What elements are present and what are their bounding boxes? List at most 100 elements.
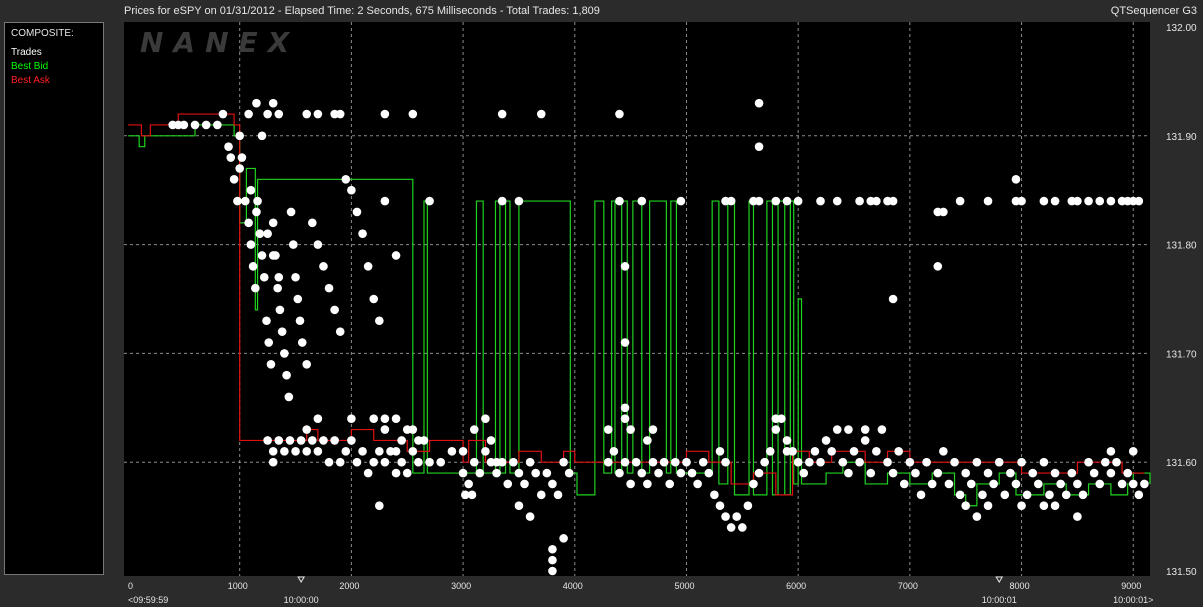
trade-point [955, 196, 965, 206]
trade-point [844, 468, 853, 478]
x-tick-label: 5000 [674, 581, 694, 591]
trade-point [291, 272, 300, 282]
trade-point [1039, 196, 1049, 206]
trade-point [467, 490, 477, 500]
y-tick-label: 131.70 [1166, 349, 1197, 360]
x-tick-label: 4000 [563, 581, 583, 591]
trade-point [268, 251, 278, 260]
trade-point [268, 457, 278, 467]
trade-point [514, 468, 524, 478]
trade-point [380, 457, 390, 467]
trade-point [237, 153, 247, 162]
trade-point [810, 447, 820, 456]
trade-point [732, 512, 742, 521]
trade-point [832, 425, 842, 434]
trade-point [252, 98, 261, 108]
trade-point [408, 109, 418, 119]
trade-point [1117, 479, 1127, 489]
trade-point [849, 447, 859, 456]
trade-point [765, 447, 775, 456]
trade-point [665, 479, 675, 489]
trade-point [277, 327, 287, 336]
trade-point [1050, 196, 1060, 206]
trade-point [313, 240, 323, 249]
trade-point [286, 207, 296, 217]
trade-point [1045, 490, 1054, 500]
trade-point [989, 479, 998, 489]
trade-point [335, 327, 345, 336]
trade-point [749, 479, 758, 489]
price-chart: NANEX 0 1000 2000 3000 4000 5000 6000 7000 8000 9… [124, 22, 1197, 605]
trade-point [481, 447, 490, 456]
trade-point [201, 120, 211, 130]
trade-point [821, 436, 831, 445]
trade-point [447, 447, 457, 456]
trade-point [671, 457, 680, 467]
trade-point [319, 436, 328, 445]
trade-point [1101, 457, 1110, 467]
trade-point [335, 109, 345, 119]
time-label: 10:00:00 [284, 595, 319, 605]
trade-point [955, 490, 965, 500]
trade-point [754, 142, 764, 151]
trade-point [542, 468, 552, 478]
trade-point [282, 370, 291, 380]
trade-point [291, 447, 300, 456]
trade-point [771, 196, 781, 206]
x-tick-label: 0 [128, 581, 133, 591]
trade-point [233, 196, 242, 206]
trade-point [492, 457, 501, 467]
trade-point [330, 305, 339, 315]
trade-point [274, 109, 284, 119]
trade-point [676, 196, 686, 206]
trade-point [631, 457, 641, 467]
x-tick-label: 2000 [339, 581, 359, 591]
trade-point [1034, 479, 1043, 489]
trade-point [235, 131, 244, 141]
x-tick-label: 9000 [1121, 581, 1141, 591]
trade-point [620, 457, 630, 467]
trade-point [710, 490, 719, 500]
trade-point [883, 457, 892, 467]
trade-point [284, 392, 294, 402]
trade-point [754, 98, 764, 108]
trade-point [687, 468, 697, 478]
trade-point [754, 196, 764, 206]
trade-point [933, 262, 943, 271]
watermark-logo: NANEX [140, 26, 299, 59]
trade-point [263, 436, 272, 445]
trade-point [347, 436, 356, 445]
trade-point [911, 468, 920, 478]
trade-point [844, 425, 853, 434]
trade-point [253, 196, 262, 206]
trade-point [1061, 490, 1071, 500]
trade-point [347, 414, 356, 423]
trade-point [375, 447, 384, 456]
trade-point [738, 523, 747, 532]
trade-point [1073, 512, 1082, 521]
trade-point [268, 218, 278, 228]
trade-point [375, 501, 384, 511]
time-label: 10:00:01> [1113, 595, 1153, 605]
trade-point [944, 479, 954, 489]
trade-point [240, 196, 250, 206]
trade-point [307, 218, 317, 228]
trade-point [1050, 468, 1060, 478]
trade-point [179, 120, 189, 130]
trade-point [1140, 479, 1149, 489]
trade-point [218, 109, 228, 119]
trade-point [492, 468, 501, 478]
trade-point [268, 98, 278, 108]
trade-point [1000, 490, 1010, 500]
trade-point [603, 457, 613, 467]
trade-point [643, 479, 652, 489]
trade-point [275, 305, 285, 315]
trade-point [1095, 196, 1105, 206]
trade-point [302, 359, 312, 369]
trade-point [190, 120, 200, 130]
trade-point [548, 555, 557, 565]
trade-point [782, 447, 792, 456]
trade-point [352, 207, 362, 217]
trade-point [262, 316, 271, 326]
trade-point [280, 447, 289, 456]
